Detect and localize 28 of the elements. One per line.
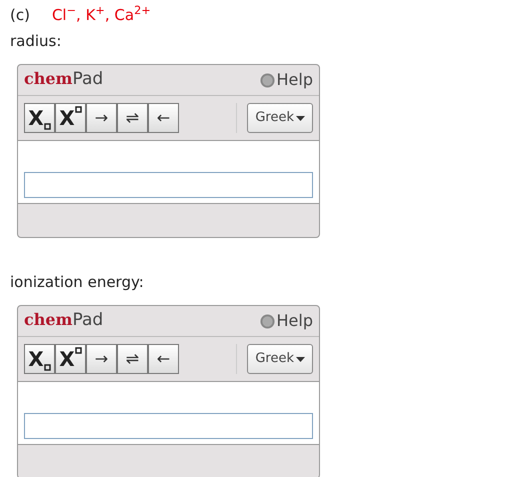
- answer-field[interactable]: [24, 413, 313, 439]
- ion-list: Cl$^{−}$, K$^{+}$, Ca$^{2+}$: [52, 4, 151, 26]
- answer-field[interactable]: [24, 172, 313, 198]
- arrow-button[interactable]: ←: [148, 344, 179, 374]
- superscript-button[interactable]: X: [55, 344, 86, 374]
- caret-icon: [296, 116, 305, 120]
- greek-dropdown[interactable]: Greek: [247, 103, 313, 133]
- square-icon: [74, 347, 82, 354]
- answer-label: ionization energy:: [9, 272, 145, 293]
- arrow-button[interactable]: →: [86, 344, 117, 374]
- square-icon: [44, 364, 51, 371]
- greek-dropdown[interactable]: Greek: [247, 344, 313, 374]
- subscript-button[interactable]: X: [24, 103, 55, 133]
- chempad-logo: chemPad: [24, 68, 104, 92]
- chempad-logo: chemPad: [24, 309, 104, 332]
- subscript-button[interactable]: X: [24, 344, 55, 374]
- arrow-button[interactable]: ⇌: [117, 103, 148, 133]
- answer-label: radius:: [9, 31, 62, 52]
- help-link[interactable]: Help: [276, 68, 313, 92]
- square-icon: [74, 106, 82, 113]
- superscript-button[interactable]: X: [55, 103, 86, 133]
- arrow-button[interactable]: →: [86, 103, 117, 133]
- caret-icon: [296, 356, 305, 362]
- arrow-button[interactable]: ←: [148, 103, 179, 133]
- arrow-button[interactable]: ⇌: [117, 344, 148, 374]
- square-icon: [44, 123, 51, 130]
- question-label: (c): [10, 4, 30, 26]
- help-link[interactable]: Help: [276, 309, 313, 333]
